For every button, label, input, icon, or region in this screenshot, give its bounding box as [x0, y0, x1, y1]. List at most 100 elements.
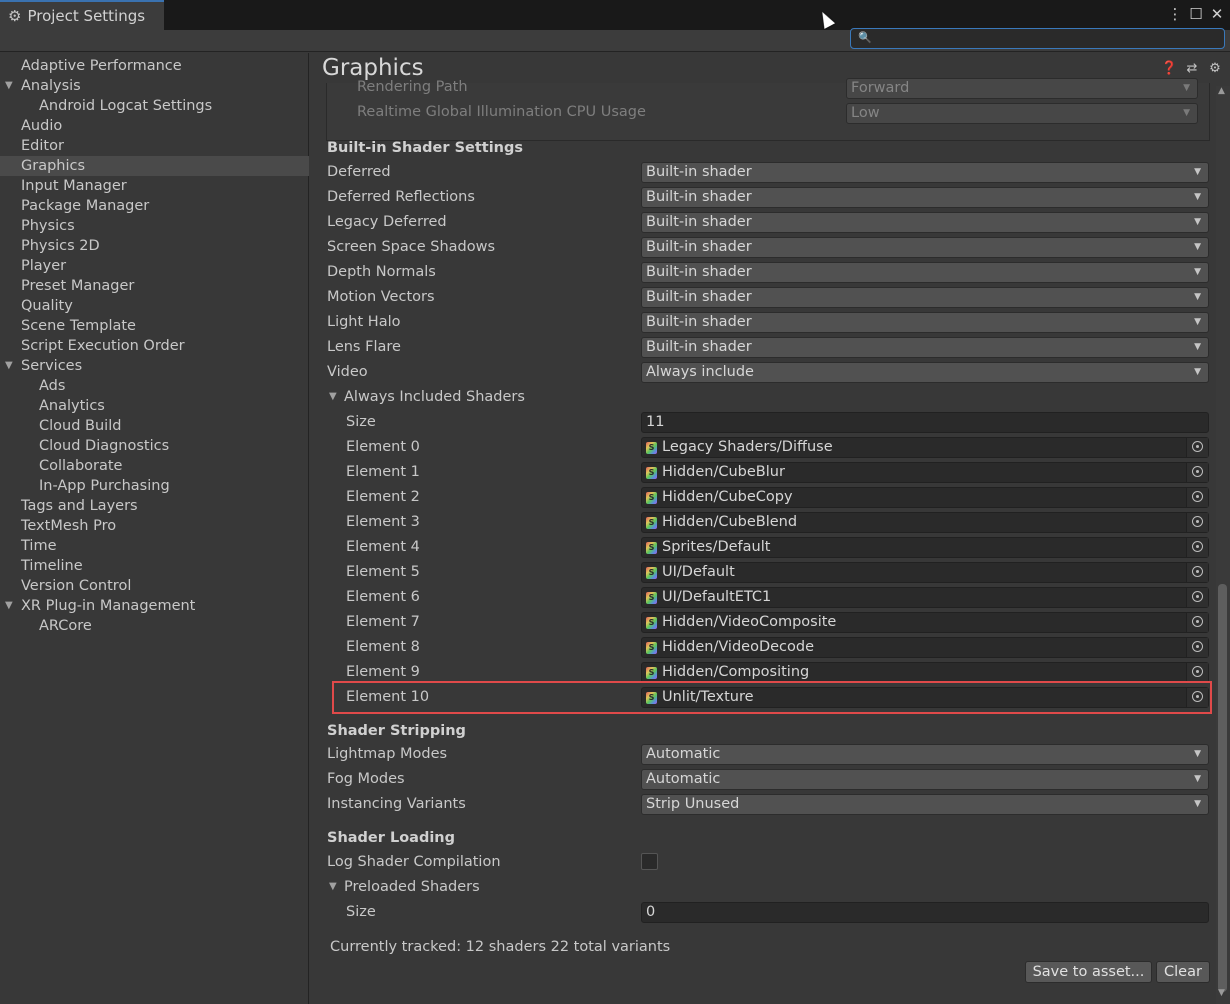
- settings-gear-icon[interactable]: ⚙: [1207, 61, 1223, 77]
- sidebar-item-textmesh-pro[interactable]: TextMesh Pro: [0, 516, 309, 536]
- object-picker-icon[interactable]: [1186, 563, 1208, 582]
- shader-object-field[interactable]: S Hidden/CubeCopy: [641, 487, 1209, 508]
- sidebar-item-quality[interactable]: Quality: [0, 296, 309, 316]
- sidebar-item-player[interactable]: Player: [0, 256, 309, 276]
- shader-object-field[interactable]: S Sprites/Default: [641, 537, 1209, 558]
- shader-object-field[interactable]: S Legacy Shaders/Diffuse: [641, 437, 1209, 458]
- sidebar-item-cloud-diagnostics[interactable]: Cloud Diagnostics: [0, 436, 309, 456]
- rendering-path-dropdown[interactable]: Forward ▼: [846, 78, 1198, 99]
- sidebar-item-physics-2d[interactable]: Physics 2D: [0, 236, 309, 256]
- more-vertical-icon[interactable]: ⋮: [1166, 4, 1184, 24]
- scroll-up-icon[interactable]: ▲: [1218, 86, 1225, 96]
- realtime-gi-dropdown[interactable]: Low ▼: [846, 103, 1198, 124]
- search-box[interactable]: 🔍: [850, 28, 1225, 49]
- sidebar-item-script-execution-order[interactable]: Script Execution Order: [0, 336, 309, 356]
- sidebar-item-preset-manager[interactable]: Preset Manager: [0, 276, 309, 296]
- sidebar-item-input-manager[interactable]: Input Manager: [0, 176, 309, 196]
- search-input[interactable]: [873, 30, 1218, 47]
- shader-element-label: Element 3: [346, 514, 420, 530]
- close-icon[interactable]: ✕: [1208, 4, 1226, 24]
- sidebar-item-tags-and-layers[interactable]: Tags and Layers: [0, 496, 309, 516]
- sidebar-item-label: Graphics: [21, 158, 86, 174]
- expand-arrow-icon[interactable]: ▼: [5, 356, 13, 376]
- save-to-asset-button[interactable]: Save to asset...: [1025, 961, 1152, 983]
- shader-object-field[interactable]: S UI/Default: [641, 562, 1209, 583]
- sidebar-item-editor[interactable]: Editor: [0, 136, 309, 156]
- object-picker-icon[interactable]: [1186, 588, 1208, 607]
- sidebar-item-analysis[interactable]: ▼ Analysis: [0, 76, 309, 96]
- sidebar-item-android-logcat-settings[interactable]: Android Logcat Settings: [0, 96, 309, 116]
- sidebar-item-xr-plug-in-management[interactable]: ▼ XR Plug-in Management: [0, 596, 309, 616]
- object-picker-icon[interactable]: [1186, 488, 1208, 507]
- expand-arrow-icon[interactable]: ▼: [5, 596, 13, 616]
- shader-element-value: Hidden/CubeBlend: [662, 514, 798, 530]
- sidebar-item-in-app-purchasing[interactable]: In-App Purchasing: [0, 476, 309, 496]
- scroll-down-icon[interactable]: ▼: [1218, 988, 1225, 998]
- preset-icon[interactable]: ⇄: [1184, 61, 1200, 77]
- fold-arrow-icon[interactable]: ▼: [329, 387, 337, 407]
- rendering-path-value: Forward: [851, 80, 910, 96]
- shader-object-field[interactable]: S Hidden/CubeBlur: [641, 462, 1209, 483]
- builtin-row-dropdown[interactable]: Built-in shader ▼: [641, 212, 1209, 233]
- sidebar-item-collaborate[interactable]: Collaborate: [0, 456, 309, 476]
- builtin-row-label: Deferred Reflections: [327, 189, 475, 205]
- scrollbar[interactable]: ▲ ▼: [1216, 86, 1230, 1004]
- shader-object-field[interactable]: S Hidden/CubeBlend: [641, 512, 1209, 533]
- sidebar-item-scene-template[interactable]: Scene Template: [0, 316, 309, 336]
- preloaded-size-field[interactable]: 0: [641, 902, 1209, 923]
- sidebar-item-cloud-build[interactable]: Cloud Build: [0, 416, 309, 436]
- window-tab[interactable]: ⚙ Project Settings: [0, 0, 164, 30]
- preloaded-shaders-header: Preloaded Shaders: [344, 879, 480, 895]
- shader-object-field[interactable]: S Hidden/Compositing: [641, 662, 1209, 683]
- mouse-cursor: [816, 9, 836, 29]
- shader-element-label: Element 2: [346, 489, 420, 505]
- sidebar-item-version-control[interactable]: Version Control: [0, 576, 309, 596]
- builtin-row-dropdown[interactable]: Built-in shader ▼: [641, 287, 1209, 308]
- main-panel: Graphics Rendering Path Forward ▼ Realti…: [310, 53, 1230, 1004]
- object-picker-icon[interactable]: [1186, 463, 1208, 482]
- builtin-row-dropdown[interactable]: Built-in shader ▼: [641, 162, 1209, 183]
- shader-object-field[interactable]: S Hidden/VideoComposite: [641, 612, 1209, 633]
- log-shader-compilation-checkbox[interactable]: [641, 853, 658, 870]
- sidebar-item-package-manager[interactable]: Package Manager: [0, 196, 309, 216]
- help-icon[interactable]: ❓: [1161, 61, 1177, 77]
- object-picker-icon[interactable]: [1186, 438, 1208, 457]
- stripping-row-dropdown[interactable]: Automatic ▼: [641, 769, 1209, 790]
- shader-stripping-header: Shader Stripping: [327, 723, 466, 739]
- sidebar-item-arcore[interactable]: ARCore: [0, 616, 309, 636]
- maximize-icon[interactable]: ☐: [1187, 4, 1205, 24]
- shader-object-field[interactable]: S Hidden/VideoDecode: [641, 637, 1209, 658]
- builtin-row-dropdown[interactable]: Built-in shader ▼: [641, 312, 1209, 333]
- sidebar-item-ads[interactable]: Ads: [0, 376, 309, 396]
- sidebar-item-services[interactable]: ▼ Services: [0, 356, 309, 376]
- sidebar-item-label: Ads: [39, 378, 66, 394]
- stripping-row-dropdown[interactable]: Automatic ▼: [641, 744, 1209, 765]
- builtin-row-label: Video: [327, 364, 368, 380]
- object-picker-icon[interactable]: [1186, 538, 1208, 557]
- sidebar-item-physics[interactable]: Physics: [0, 216, 309, 236]
- object-picker-icon[interactable]: [1186, 513, 1208, 532]
- sidebar-item-graphics[interactable]: Graphics: [0, 156, 309, 176]
- stripping-row-dropdown[interactable]: Strip Unused ▼: [641, 794, 1209, 815]
- builtin-row-dropdown[interactable]: Always include ▼: [641, 362, 1209, 383]
- expand-arrow-icon[interactable]: ▼: [5, 76, 13, 96]
- object-picker-icon[interactable]: [1186, 663, 1208, 682]
- shader-element-label: Element 9: [346, 664, 420, 680]
- sidebar-item-adaptive-performance[interactable]: Adaptive Performance: [0, 56, 309, 76]
- builtin-row-dropdown[interactable]: Built-in shader ▼: [641, 337, 1209, 358]
- builtin-row-dropdown[interactable]: Built-in shader ▼: [641, 237, 1209, 258]
- sidebar-item-time[interactable]: Time: [0, 536, 309, 556]
- builtin-row-dropdown[interactable]: Built-in shader ▼: [641, 262, 1209, 283]
- builtin-row-dropdown[interactable]: Built-in shader ▼: [641, 187, 1209, 208]
- object-picker-icon[interactable]: [1186, 638, 1208, 657]
- fold-arrow-icon[interactable]: ▼: [329, 877, 337, 897]
- shader-icon: S: [646, 567, 657, 579]
- sidebar-item-timeline[interactable]: Timeline: [0, 556, 309, 576]
- shader-object-field[interactable]: S UI/DefaultETC1: [641, 587, 1209, 608]
- sidebar-item-audio[interactable]: Audio: [0, 116, 309, 136]
- object-picker-icon[interactable]: [1186, 613, 1208, 632]
- clear-button[interactable]: Clear: [1156, 961, 1210, 983]
- sidebar-item-analytics[interactable]: Analytics: [0, 396, 309, 416]
- always-included-size-field[interactable]: 11: [641, 412, 1209, 433]
- scroll-thumb[interactable]: [1218, 584, 1227, 992]
